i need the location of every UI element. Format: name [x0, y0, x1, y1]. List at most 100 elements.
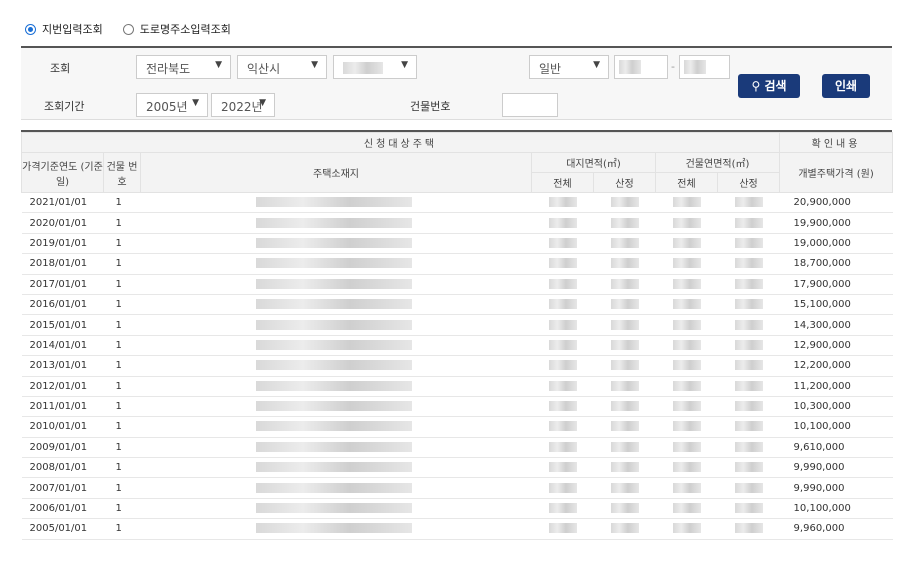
- row-land-total-redacted: [531, 457, 594, 479]
- row-date: 2015/01/01: [21, 314, 104, 336]
- row-floor-total-redacted: [655, 457, 718, 479]
- row-price: 20,900,000: [779, 192, 893, 214]
- row-date: 2007/01/01: [21, 477, 104, 499]
- year-from-select[interactable]: 2005년 ▼: [136, 93, 208, 117]
- print-button[interactable]: 인쇄: [822, 74, 870, 98]
- row-building: 1: [103, 498, 141, 520]
- row-floor-calc-redacted: [717, 396, 780, 418]
- row-address-redacted: [140, 396, 532, 418]
- row-price: 15,100,000: [779, 294, 893, 316]
- main-lot-input[interactable]: [614, 55, 668, 79]
- row-address-redacted: [140, 518, 532, 540]
- row-price: 10,100,000: [779, 416, 893, 438]
- row-land-calc-redacted: [593, 212, 656, 234]
- year-to-select[interactable]: 2022년 ▼: [211, 93, 275, 117]
- table-row: 2011/01/01 1 10,300,000: [21, 396, 893, 418]
- table-row: 2021/01/01 1 20,900,000: [21, 192, 893, 214]
- row-date: 2010/01/01: [21, 416, 104, 438]
- row-floor-total-redacted: [655, 376, 718, 397]
- row-date: 2021/01/01: [21, 192, 104, 214]
- row-date: 2014/01/01: [21, 335, 104, 357]
- row-land-calc-redacted: [593, 518, 656, 540]
- table-row: 2014/01/01 1 12,900,000: [21, 335, 893, 357]
- chevron-down-icon: ▼: [311, 60, 318, 70]
- row-floor-calc-redacted: [717, 416, 780, 438]
- row-land-calc-redacted: [593, 457, 656, 479]
- row-floor-total-redacted: [655, 335, 718, 357]
- row-building: 1: [103, 355, 141, 377]
- row-address-redacted: [140, 498, 532, 520]
- row-floor-total-redacted: [655, 396, 718, 418]
- table-row: 2010/01/01 1 10,100,000: [21, 416, 893, 438]
- chevron-down-icon: ▼: [192, 98, 199, 108]
- row-floor-calc-redacted: [717, 355, 780, 377]
- col-date: 가격기준연도 (기준일): [21, 152, 104, 193]
- row-land-total-redacted: [531, 416, 594, 438]
- search-button[interactable]: ⚲ 검색: [738, 74, 800, 98]
- row-price: 9,990,000: [779, 477, 893, 499]
- col-price: 개별주택가격 (원): [779, 152, 894, 193]
- row-land-total-redacted: [531, 437, 594, 459]
- col-floor-total: 전체: [655, 172, 718, 193]
- row-price: 14,300,000: [779, 314, 893, 336]
- row-address-redacted: [140, 314, 532, 336]
- row-floor-total-redacted: [655, 212, 718, 234]
- row-floor-calc-redacted: [717, 477, 780, 499]
- row-price: 10,300,000: [779, 396, 893, 418]
- row-date: 2017/01/01: [21, 274, 104, 295]
- row-floor-total-redacted: [655, 274, 718, 295]
- table-row: 2008/01/01 1 9,990,000: [21, 457, 893, 479]
- row-date: 2012/01/01: [21, 376, 104, 397]
- row-price: 17,900,000: [779, 274, 893, 295]
- col-land-calc: 산정: [593, 172, 656, 193]
- search-icon: ⚲: [751, 79, 761, 93]
- row-land-calc-redacted: [593, 437, 656, 459]
- row-price: 11,200,000: [779, 376, 893, 397]
- radio-lot-number[interactable]: [25, 23, 36, 35]
- land-type-select[interactable]: 일반 ▼: [529, 55, 609, 79]
- row-floor-calc-redacted: [717, 294, 780, 316]
- row-land-total-redacted: [531, 294, 594, 316]
- row-building: 1: [103, 212, 141, 234]
- table-row: 2012/01/01 1 11,200,000: [21, 376, 893, 397]
- radio-road-address[interactable]: [122, 23, 134, 35]
- row-address-redacted: [140, 376, 532, 397]
- col-building: 건물 번호: [103, 152, 141, 193]
- city-select[interactable]: 익산시 ▼: [237, 55, 327, 79]
- row-date: 2005/01/01: [21, 518, 104, 540]
- table-row: 2019/01/01 1 19,000,000: [21, 233, 893, 255]
- row-building: 1: [103, 437, 141, 459]
- row-floor-total-redacted: [655, 518, 718, 540]
- row-address-redacted: [140, 477, 532, 499]
- row-date: 2008/01/01: [21, 457, 104, 479]
- row-price: 12,900,000: [779, 335, 893, 357]
- row-floor-total-redacted: [655, 437, 718, 459]
- table-row: 2006/01/01 1 10,100,000: [21, 498, 893, 520]
- row-date: 2013/01/01: [21, 355, 104, 377]
- row-building: 1: [103, 192, 141, 214]
- table-row: 2020/01/01 1 19,900,000: [21, 212, 893, 234]
- row-floor-calc-redacted: [717, 376, 780, 397]
- row-land-total-redacted: [531, 212, 594, 234]
- row-land-calc-redacted: [593, 274, 656, 295]
- chevron-down-icon: ▼: [401, 60, 408, 70]
- building-no-input[interactable]: [502, 93, 558, 117]
- district-select[interactable]: ▼: [333, 55, 417, 79]
- row-date: 2016/01/01: [21, 294, 104, 316]
- province-select[interactable]: 전라북도 ▼: [136, 55, 231, 79]
- col-floor-area: 건물연면적(㎡): [654, 152, 781, 173]
- row-price: 9,960,000: [779, 518, 893, 540]
- sub-lot-input[interactable]: [679, 55, 730, 79]
- row-floor-calc-redacted: [717, 518, 780, 540]
- row-land-total-redacted: [531, 192, 594, 214]
- chevron-down-icon: ▼: [259, 98, 266, 108]
- radio-label-road-address: 도로명주소입력조회: [139, 23, 231, 36]
- row-floor-total-redacted: [655, 355, 718, 377]
- row-land-calc-redacted: [593, 498, 656, 520]
- row-land-total-redacted: [531, 396, 594, 418]
- row-building: 1: [103, 518, 141, 540]
- row-land-total-redacted: [531, 253, 594, 275]
- row-address-redacted: [140, 355, 532, 377]
- group-header-confirm: 확인내용: [779, 132, 894, 153]
- table-row: 2009/01/01 1 9,610,000: [21, 437, 893, 459]
